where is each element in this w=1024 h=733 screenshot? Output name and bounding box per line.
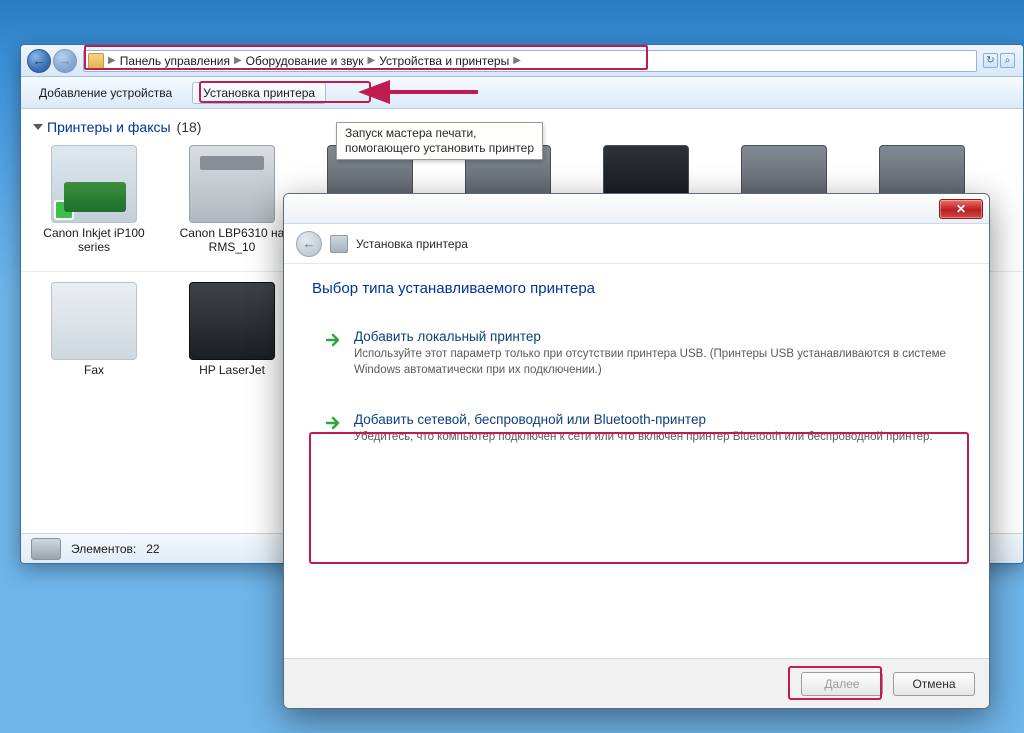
section-title: Принтеры и факсы [47, 119, 171, 135]
search-icon[interactable]: ⌕ [1000, 53, 1015, 68]
device-label: Fax [84, 364, 104, 378]
arrow-right-icon [324, 331, 342, 349]
printer-icon [51, 145, 137, 223]
option-desc: Используйте этот параметр только при отс… [354, 347, 949, 378]
nav-forward-button[interactable]: → [53, 49, 77, 73]
printer-icon [189, 145, 275, 223]
arrow-right-icon [324, 414, 342, 432]
wizard-footer: Далее Отмена [284, 658, 989, 708]
close-button[interactable]: ✕ [939, 199, 983, 219]
section-count: (18) [177, 119, 202, 135]
wizard-option-local[interactable]: Добавить локальный принтер Используйте э… [312, 319, 961, 390]
device-item[interactable]: HP LaserJet [173, 282, 291, 378]
default-badge-icon [54, 200, 74, 220]
wizard-back-button[interactable]: ← [296, 231, 322, 257]
annotation-highlight [199, 81, 371, 103]
printer-icon [189, 282, 275, 360]
wizard-header: ← Установка принтера [284, 224, 989, 264]
tooltip: Запуск мастера печати, помогающего устан… [336, 122, 543, 160]
refresh-icon[interactable]: ↻ [983, 53, 998, 68]
device-label: Canon Inkjet iP100 series [35, 227, 153, 255]
annotation-highlight [84, 45, 648, 70]
wizard-titlebar: ✕ [284, 194, 989, 224]
wizard-title: Установка принтера [356, 237, 468, 251]
option-title: Добавить локальный принтер [354, 329, 949, 344]
device-item[interactable]: Fax [35, 282, 153, 378]
toolbar: Добавление устройства Установка принтера [21, 77, 1023, 109]
device-item[interactable]: Canon Inkjet iP100 series [35, 145, 153, 255]
arrow-left-icon: ← [303, 236, 316, 251]
device-item[interactable]: Canon LBP6310 на RMS_10 [173, 145, 291, 255]
status-value: 22 [146, 542, 159, 556]
wizard-heading: Выбор типа устанавливаемого принтера [312, 280, 961, 297]
device-label: HP LaserJet [199, 364, 265, 378]
device-label: Canon LBP6310 на RMS_10 [173, 227, 291, 255]
close-icon: ✕ [956, 202, 966, 216]
add-device-button[interactable]: Добавление устройства [29, 83, 182, 103]
collapse-icon [33, 124, 43, 130]
option-title: Добавить сетевой, беспроводной или Bluet… [354, 412, 933, 427]
nav-back-button[interactable]: ← [27, 49, 51, 73]
status-thumb-icon [31, 538, 61, 560]
printer-icon [330, 235, 348, 253]
cancel-button[interactable]: Отмена [893, 672, 975, 696]
tooltip-line: помогающего установить принтер [345, 141, 534, 156]
tooltip-line: Запуск мастера печати, [345, 126, 534, 141]
fax-icon [51, 282, 137, 360]
status-label: Элементов: [71, 542, 136, 556]
annotation-highlight [309, 432, 969, 564]
annotation-highlight [788, 666, 882, 700]
